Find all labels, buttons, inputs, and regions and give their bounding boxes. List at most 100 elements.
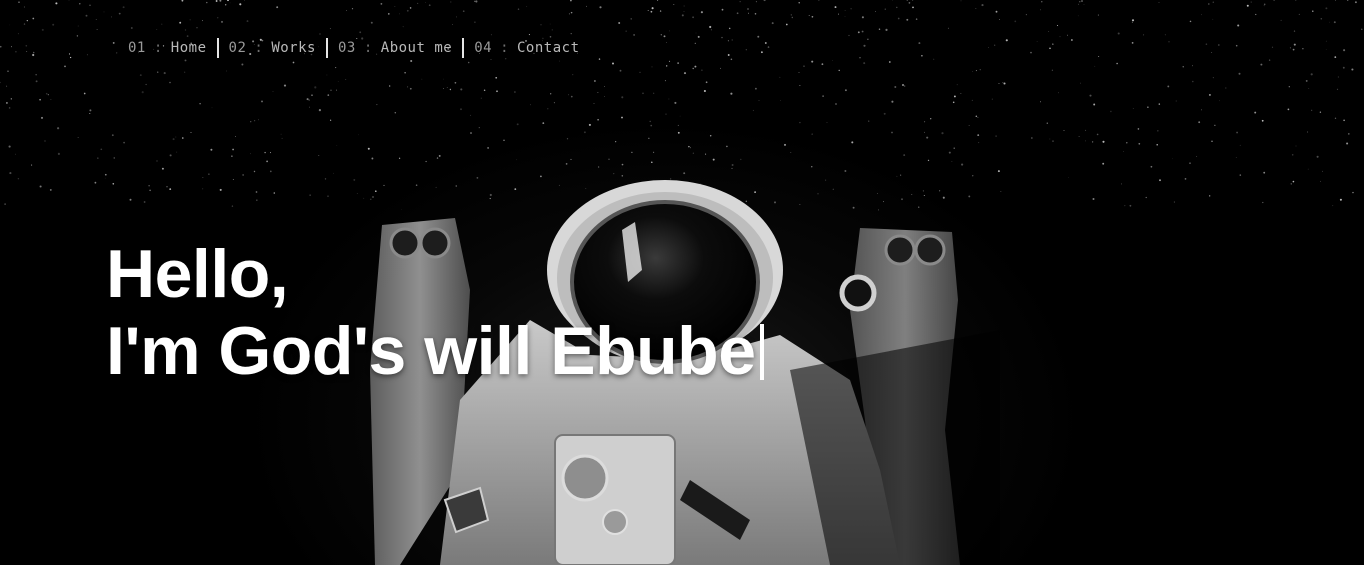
star [141, 91, 144, 94]
nav-item-separator: : [500, 40, 509, 56]
star [1332, 205, 1334, 207]
star [668, 60, 671, 62]
star [421, 78, 423, 80]
star [1325, 7, 1328, 10]
star [647, 9, 649, 12]
star [1192, 65, 1193, 67]
star [1059, 36, 1061, 38]
star [242, 174, 244, 176]
star [376, 104, 378, 106]
star [330, 89, 332, 91]
star [570, 95, 573, 98]
star [40, 116, 44, 119]
star [456, 16, 457, 18]
star [941, 132, 944, 135]
star [999, 18, 1001, 20]
star [1308, 88, 1310, 89]
star [143, 201, 146, 203]
star [664, 80, 666, 82]
star [1058, 92, 1060, 94]
star [689, 147, 692, 149]
star [254, 120, 256, 122]
star [1102, 140, 1105, 143]
star [309, 106, 311, 108]
star [1164, 34, 1166, 36]
nav-item-contact[interactable]: 04: Contact [462, 38, 589, 58]
star [705, 81, 708, 84]
star [1271, 46, 1274, 48]
star [139, 74, 142, 77]
star [52, 23, 55, 26]
star [731, 167, 733, 169]
star [673, 3, 675, 6]
star [721, 36, 723, 39]
star [597, 118, 599, 121]
star [104, 177, 106, 179]
star [1346, 142, 1349, 145]
star [1078, 3, 1080, 5]
star [467, 61, 470, 64]
star [948, 151, 951, 154]
star [908, 2, 911, 4]
star [1254, 111, 1257, 114]
star [329, 28, 331, 30]
star [1117, 32, 1120, 35]
star [398, 157, 401, 159]
star [1352, 191, 1354, 194]
star [608, 158, 610, 160]
star [891, 100, 894, 103]
star [831, 60, 833, 61]
star [156, 160, 158, 162]
star [933, 58, 935, 60]
star [826, 122, 828, 123]
star [1312, 10, 1314, 12]
star [692, 67, 694, 70]
star [710, 29, 712, 31]
star [1217, 44, 1220, 46]
star [1239, 144, 1241, 146]
star [202, 188, 204, 190]
star [1120, 183, 1122, 185]
star [319, 33, 321, 35]
star [1311, 109, 1313, 111]
nav-item-works[interactable]: 02: Works [216, 38, 326, 58]
star [516, 123, 519, 126]
star [460, 88, 463, 91]
star [677, 131, 680, 134]
star [666, 42, 667, 44]
star [409, 87, 412, 90]
star [927, 159, 930, 162]
star [1094, 65, 1096, 67]
star [208, 173, 210, 175]
star [630, 18, 632, 20]
star [1343, 49, 1346, 52]
nav-item-about[interactable]: 03: About me [325, 38, 462, 58]
star [389, 85, 391, 87]
star [1268, 59, 1271, 61]
star [483, 89, 486, 92]
star [1291, 154, 1294, 156]
star [1325, 40, 1327, 42]
star [1201, 109, 1203, 111]
star [69, 56, 72, 59]
star [731, 39, 733, 41]
star [95, 19, 97, 20]
star [924, 121, 926, 123]
star [1189, 162, 1191, 164]
star [1051, 69, 1054, 71]
star [618, 22, 621, 24]
star [199, 102, 201, 105]
star [1041, 1, 1043, 3]
star [1320, 18, 1323, 20]
nav-item-home[interactable]: 01: Home [118, 38, 217, 58]
star [694, 65, 697, 68]
star [166, 186, 168, 188]
star [480, 97, 482, 99]
star [229, 2, 231, 4]
star [407, 86, 409, 88]
star [906, 0, 908, 1]
star [246, 20, 249, 23]
star [1239, 174, 1242, 176]
star [231, 155, 233, 157]
star [975, 70, 977, 72]
